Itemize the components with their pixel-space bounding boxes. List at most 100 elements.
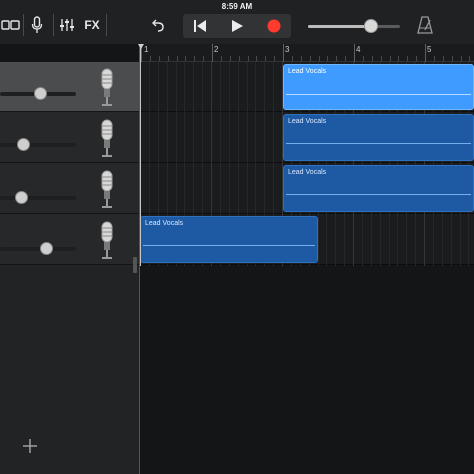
play-button[interactable]	[225, 16, 249, 36]
timeline-ruler[interactable]: 1 2 3 4 5	[140, 44, 474, 62]
track-volume-slider[interactable]	[0, 143, 76, 147]
track-header-3[interactable]	[0, 163, 139, 214]
beat-tick	[363, 56, 364, 61]
beat-tick	[461, 56, 462, 61]
track-volume-thumb[interactable]	[39, 242, 53, 255]
fx-button[interactable]: FX	[81, 16, 103, 34]
track-volume-slider[interactable]	[0, 196, 76, 200]
microphone-instrument-icon	[101, 221, 113, 259]
beat-tick	[230, 56, 231, 61]
microphone-instrument-icon	[101, 119, 113, 157]
beat-tick	[452, 56, 453, 61]
region-lead-vocals-4[interactable]: Lead Vocals	[140, 216, 318, 263]
record-icon	[267, 19, 281, 33]
toolbar-divider	[106, 14, 107, 36]
playhead-handle[interactable]	[138, 44, 144, 49]
beat-tick	[256, 56, 257, 61]
mixer-icon	[60, 19, 74, 31]
add-icon	[23, 439, 37, 453]
mic-settings-button[interactable]	[28, 15, 46, 35]
beat-tick	[327, 56, 328, 61]
beat-tick	[159, 56, 160, 61]
bar-number: 1	[144, 45, 149, 54]
playhead[interactable]	[140, 44, 141, 266]
beat-tick	[443, 56, 444, 61]
resize-handle[interactable]	[133, 257, 137, 273]
garageband-window: 8:59 AM FX 1 2 3 4 5 Lead Vocals Lead Vo…	[0, 0, 474, 474]
beat-tick	[185, 56, 186, 61]
beat-tick	[292, 56, 293, 61]
control-bar: 8:59 AM FX	[0, 0, 474, 44]
status-time: 8:59 AM	[221, 2, 253, 11]
mic-icon	[31, 16, 43, 33]
waveform	[286, 194, 471, 195]
mixer-button[interactable]	[57, 15, 77, 35]
beat-tick	[434, 56, 435, 61]
beat-tick	[168, 56, 169, 61]
track-volume-thumb[interactable]	[33, 87, 47, 100]
rewind-icon	[194, 20, 206, 32]
play-icon	[232, 20, 243, 32]
beat-tick	[381, 56, 382, 61]
track-volume-thumb[interactable]	[15, 191, 29, 204]
toolbar-divider	[53, 14, 54, 36]
bar-number: 4	[356, 45, 361, 54]
bar-tick	[425, 44, 426, 62]
beat-tick	[274, 56, 275, 61]
waveform	[286, 94, 471, 95]
region-title: Lead Vocals	[288, 169, 327, 176]
undo-icon	[152, 19, 164, 32]
beat-tick	[177, 56, 178, 61]
beat-tick	[310, 56, 311, 61]
beat-tick	[398, 56, 399, 61]
beat-tick	[390, 56, 391, 61]
beat-tick	[319, 56, 320, 61]
bar-tick	[283, 44, 284, 62]
go-to-beginning-button[interactable]	[188, 16, 212, 36]
record-button[interactable]	[262, 15, 286, 37]
region-title: Lead Vocals	[288, 118, 327, 125]
beat-tick	[407, 56, 408, 61]
bar-number: 3	[285, 45, 290, 54]
track-header-1[interactable]	[0, 62, 139, 112]
region-title: Lead Vocals	[145, 220, 184, 227]
waveform	[286, 143, 471, 144]
region-lead-vocals-2[interactable]: Lead Vocals	[283, 114, 474, 161]
microphone-instrument-icon	[101, 170, 113, 208]
track-header-2[interactable]	[0, 112, 139, 163]
beat-tick	[150, 56, 151, 61]
bar-number: 5	[427, 45, 432, 54]
master-volume-fill	[308, 25, 371, 28]
region-title: Lead Vocals	[288, 68, 327, 75]
track-volume-slider[interactable]	[0, 247, 76, 251]
track-view-button[interactable]	[0, 16, 22, 34]
beat-tick	[194, 56, 195, 61]
microphone-instrument-icon	[101, 68, 113, 106]
master-volume-slider[interactable]	[308, 25, 400, 28]
bar-tick	[212, 44, 213, 62]
beat-tick	[239, 56, 240, 61]
metronome-button[interactable]	[414, 14, 436, 36]
beat-tick	[469, 56, 470, 61]
beat-tick	[372, 56, 373, 61]
track-headers	[0, 62, 139, 474]
track-volume-thumb[interactable]	[16, 138, 30, 151]
beat-tick	[221, 56, 222, 61]
region-lead-vocals-1[interactable]: Lead Vocals	[283, 64, 474, 110]
add-track-button[interactable]	[18, 436, 42, 460]
beat-tick	[265, 56, 266, 61]
waveform	[143, 245, 315, 246]
tracks-area[interactable]: Lead Vocals Lead Vocals Lead Vocals Lead…	[140, 62, 474, 474]
beat-tick	[416, 56, 417, 61]
beat-tick	[336, 56, 337, 61]
master-volume-thumb[interactable]	[363, 19, 378, 33]
beat-tick	[345, 56, 346, 61]
track-header-4[interactable]	[0, 214, 139, 265]
toolbar-divider	[23, 14, 24, 36]
bar-tick	[354, 44, 355, 62]
beat-tick	[301, 56, 302, 61]
track-view-icon	[1, 20, 20, 30]
region-lead-vocals-3[interactable]: Lead Vocals	[283, 165, 474, 212]
undo-button[interactable]	[148, 15, 168, 35]
metronome-icon	[417, 16, 433, 34]
